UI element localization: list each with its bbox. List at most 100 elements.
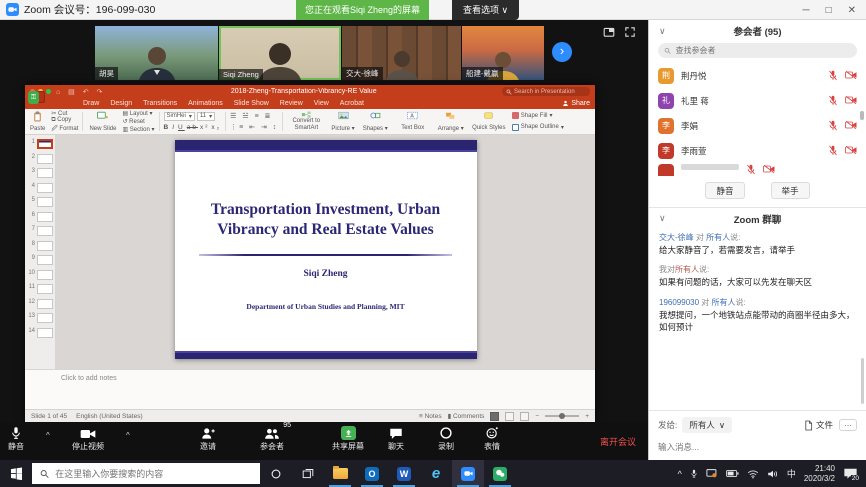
- tab-view[interactable]: View: [314, 100, 329, 107]
- mute-all-button[interactable]: 静音: [705, 182, 744, 199]
- text-box-button[interactable]: A Text Box: [394, 110, 432, 133]
- paragraph-icons-row1[interactable]: ☰ ☱ ≡ ≣: [230, 112, 278, 120]
- participant-row[interactable]: 李 李娟: [649, 113, 866, 138]
- mute-button[interactable]: 静音: [8, 425, 24, 452]
- tab-review[interactable]: Review: [280, 100, 303, 107]
- slide-thumbnail[interactable]: 6: [28, 212, 55, 222]
- stop-video-button[interactable]: 停止视频: [64, 425, 112, 452]
- participant-video-siqi-zheng[interactable]: Siqi Zheng: [219, 26, 341, 80]
- audio-options-chevron[interactable]: ^: [46, 431, 50, 440]
- slide-sorter-view-button[interactable]: [505, 412, 514, 421]
- tray-expand-chevron[interactable]: ^: [678, 469, 682, 479]
- italic-icon[interactable]: I: [172, 124, 176, 131]
- slide-thumbnail[interactable]: 4: [28, 183, 55, 193]
- chat-button[interactable]: 聊天: [388, 425, 404, 452]
- tray-mic-icon[interactable]: [690, 468, 698, 479]
- send-to-dropdown[interactable]: 所有人 ∨: [682, 417, 732, 433]
- view-options-button[interactable]: 查看选项 ∨: [452, 0, 519, 20]
- paste-button[interactable]: Paste: [28, 110, 47, 133]
- fullscreen-icon[interactable]: [624, 26, 636, 38]
- taskbar-search-input[interactable]: [55, 469, 252, 479]
- video-options-chevron[interactable]: ^: [126, 431, 130, 440]
- task-view-button[interactable]: [292, 460, 324, 487]
- language-indicator[interactable]: English (United States): [76, 413, 142, 420]
- reactions-button[interactable]: 表情: [484, 425, 500, 452]
- participant-search-input[interactable]: [676, 46, 852, 55]
- zoom-in-button[interactable]: +: [585, 413, 589, 420]
- paragraph-icons-row2[interactable]: ⋮≡ ⇤ ⇥ ↕: [230, 123, 278, 131]
- slide-thumbnail[interactable]: 14: [28, 328, 55, 338]
- copy-button[interactable]: ⧉ Copy: [51, 117, 78, 124]
- zoom-app-button[interactable]: [452, 460, 484, 487]
- comments-toggle[interactable]: ▮ Comments: [448, 412, 485, 420]
- normal-view-button[interactable]: [490, 412, 499, 421]
- chat-message-input[interactable]: [658, 442, 857, 452]
- windows-start-button[interactable]: [0, 460, 32, 487]
- slide-thumbnail[interactable]: 7: [28, 226, 55, 236]
- participant-search-box[interactable]: [658, 43, 857, 58]
- reset-button[interactable]: ↺ Reset: [122, 118, 154, 125]
- zoom-out-button[interactable]: −: [535, 413, 539, 420]
- wifi-icon[interactable]: [747, 469, 759, 479]
- bold-icon[interactable]: B: [164, 124, 171, 131]
- strikethrough-icon[interactable]: ab: [187, 124, 198, 131]
- maximize-button[interactable]: □: [826, 5, 832, 16]
- invite-button[interactable]: 邀请: [200, 425, 216, 452]
- cut-button[interactable]: ✂ Cut: [51, 110, 78, 117]
- layout-button[interactable]: ▤ Layout ▾: [122, 110, 154, 117]
- convert-smartart-button[interactable]: Convert to SmartArt: [287, 110, 325, 133]
- slide-thumbnail[interactable]: 5: [28, 197, 55, 207]
- shape-outline-button[interactable]: Shape Outline ▾: [512, 124, 564, 131]
- ppt-quick-access-icons[interactable]: ⌂ ▤ ↶ ↷: [56, 88, 105, 96]
- speaker-icon[interactable]: [767, 469, 779, 479]
- edge-button[interactable]: e: [420, 460, 452, 487]
- zoom-slider[interactable]: [545, 415, 579, 417]
- font-format-buttons[interactable]: BIUabx²x₂: [164, 124, 222, 131]
- participant-row[interactable]: 李 李雨萱: [649, 138, 866, 163]
- chat-scrollbar[interactable]: [861, 358, 864, 404]
- format-painter-button[interactable]: 🖉 Format: [51, 124, 78, 134]
- taskbar-search-box[interactable]: [32, 463, 260, 484]
- mac-zoom-icon[interactable]: [46, 89, 51, 94]
- participant-row[interactable]: 礼 礼里 蒋: [649, 88, 866, 113]
- file-button[interactable]: 文件: [804, 419, 833, 431]
- tab-animations[interactable]: Animations: [188, 100, 223, 107]
- minimize-button[interactable]: ─: [802, 5, 809, 16]
- taskbar-clock[interactable]: 21:40 2020/3/2: [804, 464, 835, 484]
- superscript-icon[interactable]: x²: [200, 124, 209, 131]
- tab-draw[interactable]: Draw: [83, 100, 99, 107]
- share-screen-button[interactable]: 共享屏幕: [324, 425, 372, 452]
- new-slide-button[interactable]: New Slide: [87, 110, 118, 133]
- record-button[interactable]: 录制: [438, 425, 454, 452]
- raise-hand-button[interactable]: 举手: [771, 182, 810, 199]
- ppt-share-button[interactable]: Share: [562, 98, 590, 109]
- title-slide[interactable]: Transportation Investment, Urban Vibranc…: [175, 140, 477, 359]
- close-button[interactable]: ✕: [848, 5, 856, 16]
- next-videos-button[interactable]: ›: [552, 42, 572, 62]
- tab-acrobat[interactable]: Acrobat: [340, 100, 364, 107]
- slideshow-view-button[interactable]: [520, 412, 529, 421]
- ppt-search-box[interactable]: Search in Presentation: [502, 87, 590, 96]
- chat-message-list[interactable]: 交大-徐峰 对 所有人说: 给大家静音了，若需要发言，请举手 我对所有人说: 如…: [649, 229, 866, 410]
- participant-video-xufeng[interactable]: 交大-徐峰: [342, 26, 461, 80]
- tab-slide-show[interactable]: Slide Show: [234, 100, 269, 107]
- slide-thumbnail[interactable]: 9: [28, 255, 55, 265]
- notes-toggle[interactable]: ≡ Notes: [419, 413, 442, 420]
- collapse-chevron-icon[interactable]: ∨: [659, 213, 666, 224]
- word-button[interactable]: W: [388, 460, 420, 487]
- notification-center-button[interactable]: 20: [843, 467, 858, 480]
- file-explorer-button[interactable]: [324, 460, 356, 487]
- underline-icon[interactable]: U: [178, 124, 185, 131]
- tray-display-icon[interactable]: [706, 468, 718, 479]
- ime-indicator[interactable]: 中: [787, 467, 796, 480]
- slide-thumbnail[interactable]: 3: [28, 168, 55, 178]
- quick-styles-button[interactable]: Quick Styles: [470, 110, 508, 133]
- participant-row[interactable]: 荆 荆丹悦: [649, 63, 866, 88]
- subscript-icon[interactable]: x₂: [211, 124, 221, 131]
- leave-meeting-button[interactable]: 离开会议: [600, 435, 636, 448]
- slide-thumbnail[interactable]: 11: [28, 284, 55, 294]
- participant-video-huhao[interactable]: 胡昊: [95, 26, 218, 80]
- collapse-chevron-icon[interactable]: ∨: [659, 26, 666, 37]
- shape-fill-button[interactable]: Shape Fill ▾: [512, 112, 564, 119]
- tab-design[interactable]: Design: [110, 100, 132, 107]
